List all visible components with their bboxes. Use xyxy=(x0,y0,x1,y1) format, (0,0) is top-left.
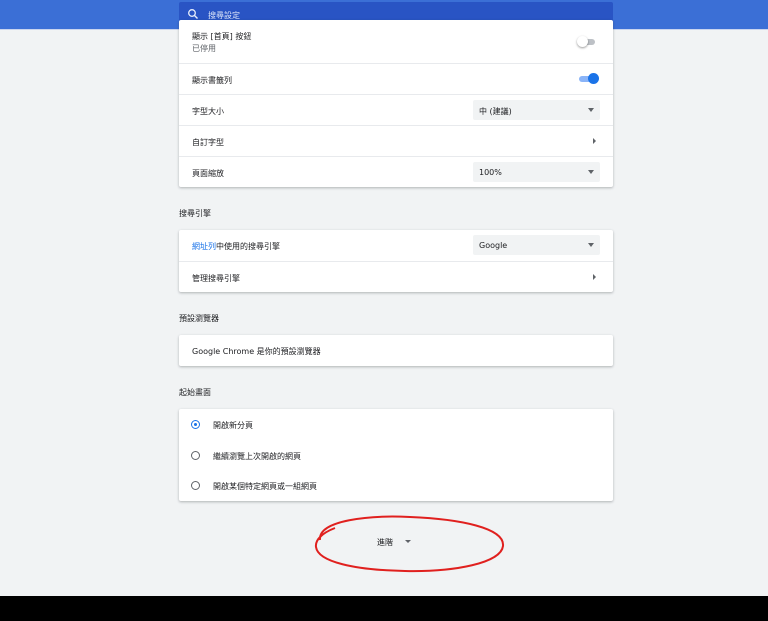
annotation-ellipse xyxy=(314,515,505,573)
bottom-black-band xyxy=(0,596,768,621)
